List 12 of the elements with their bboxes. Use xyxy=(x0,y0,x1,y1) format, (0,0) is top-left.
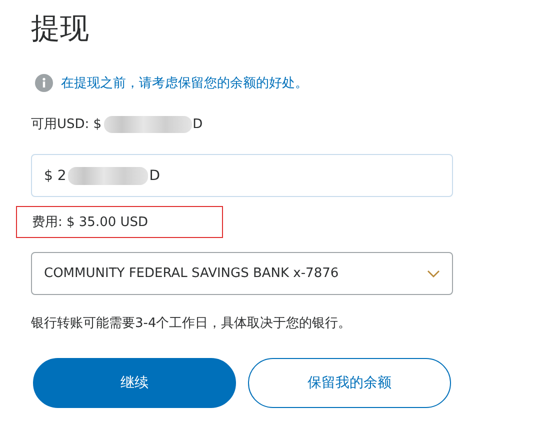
keep-balance-button[interactable]: 保留我的余额 xyxy=(248,358,451,408)
available-suffix: D xyxy=(192,116,203,132)
bank-select[interactable]: COMMUNITY FEDERAL SAVINGS BANK x-7876 xyxy=(31,252,453,295)
chevron-down-icon xyxy=(427,270,440,278)
note-text: 银行转账可能需要3-4个工作日，具体取决于您的银行。 xyxy=(31,315,352,332)
available-label: 可用USD: $ xyxy=(31,116,102,133)
fee-text: 费用: $ 35.00 USD xyxy=(16,206,223,238)
amount-field[interactable]: $ 2 D xyxy=(31,154,453,197)
continue-button[interactable]: 继续 xyxy=(33,358,236,408)
info-link[interactable]: 在提现之前，请考虑保留您的余额的好处。 xyxy=(61,74,308,92)
page-title: 提现 xyxy=(31,10,90,47)
info-icon xyxy=(35,74,53,92)
